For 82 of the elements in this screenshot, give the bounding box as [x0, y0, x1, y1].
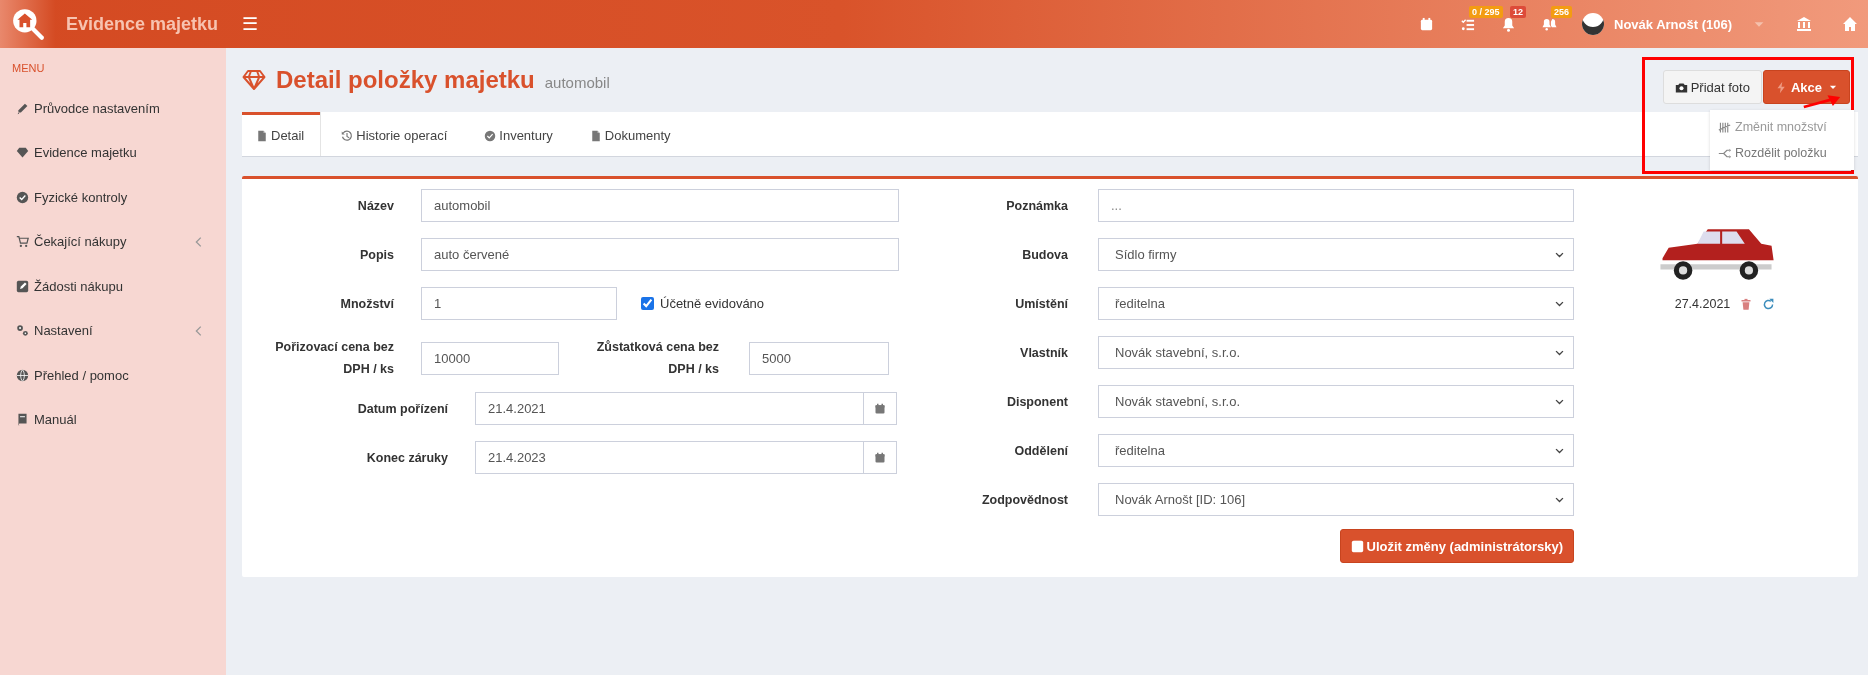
edit-icon — [16, 279, 29, 293]
field-label: Vlastník — [1019, 345, 1068, 360]
checkbox[interactable] — [641, 297, 654, 310]
field-label: Datum pořízení — [356, 401, 448, 416]
globe-icon — [16, 368, 29, 382]
date-field[interactable]: 21.4.2021 — [475, 392, 864, 425]
field-label: Popis — [358, 247, 394, 262]
camera-icon — [1674, 80, 1688, 94]
notification-badge: 12 — [1510, 6, 1526, 18]
page-title: Detail položky majetku — [276, 66, 535, 94]
diamond-icon — [242, 68, 266, 92]
input-field[interactable]: auto červené — [421, 238, 899, 271]
bells-icon[interactable] — [1542, 16, 1557, 32]
field-label: Zůstatková cena bez DPH / ks — [595, 339, 719, 378]
field-label: Umístění — [1014, 296, 1068, 311]
sidebar-item[interactable]: Manuál — [0, 397, 226, 442]
calendar-icon[interactable] — [1419, 16, 1434, 32]
tally-marks-icon — [1718, 120, 1731, 134]
sidebar-item[interactable]: Nastavení — [0, 308, 226, 353]
gears-icon — [16, 324, 29, 338]
calendar-icon — [874, 451, 886, 464]
field-label: Zodpovědnost — [980, 492, 1068, 507]
document-icon — [256, 129, 268, 142]
save-button[interactable]: Uložit změny (administrátorsky) — [1339, 529, 1574, 563]
input-field[interactable]: 5000 — [749, 341, 889, 375]
notification-badge: 256 — [1551, 6, 1573, 18]
cart-icon — [16, 235, 29, 249]
field-label: Poznámka — [1005, 198, 1068, 213]
sidebar-item[interactable]: Čekající nákupy — [0, 219, 226, 264]
rotate-icon[interactable] — [1762, 297, 1776, 311]
add-photo-button[interactable]: Přidat foto — [1662, 70, 1762, 104]
date-field[interactable]: 21.4.2023 — [475, 441, 864, 474]
diamond-icon — [16, 146, 29, 160]
sidebar-item[interactable]: Průvodce nastavením — [0, 86, 226, 131]
sidebar-item[interactable]: Přehled / pomoc — [0, 353, 226, 398]
home-icon[interactable] — [1842, 16, 1858, 32]
tab[interactable]: Detail — [242, 112, 321, 156]
input-field[interactable]: 10000 — [421, 341, 559, 375]
pencil-icon — [16, 101, 29, 115]
trash-icon[interactable] — [1740, 297, 1753, 311]
field-label: Pořizovací cena bez DPH / ks — [274, 339, 394, 378]
annotation-arrow — [1802, 94, 1842, 109]
calendar-icon — [874, 402, 886, 415]
split-arrow-icon — [1718, 146, 1731, 160]
logo-icon — [11, 7, 45, 41]
actions-dropdown-button[interactable]: Akce — [1762, 70, 1850, 104]
field-label: Název — [356, 198, 394, 213]
field-label: Budova — [1021, 247, 1068, 262]
bank-icon[interactable] — [1796, 16, 1812, 32]
dropdown-field[interactable]: ředitelna — [1098, 287, 1574, 320]
photo-date: 27.4.2021 — [1674, 297, 1731, 311]
page-subtitle: automobil — [544, 74, 610, 91]
bell-icon[interactable] — [1501, 16, 1516, 32]
dropdown-field[interactable]: Sídlo firmy — [1098, 238, 1574, 271]
calendar-button[interactable] — [864, 392, 897, 425]
field-label: Konec záruky — [365, 450, 448, 465]
clock-history-icon — [341, 129, 354, 142]
app-title: Evidence majetku — [65, 13, 220, 35]
dropdown-field[interactable]: ředitelna — [1098, 434, 1574, 467]
check-circle-icon — [484, 129, 497, 142]
dropdown-field[interactable]: Novák Arnošt [ID: 106] — [1098, 483, 1574, 516]
calendar-button[interactable] — [864, 441, 897, 474]
sidebar-item[interactable]: Fyzické kontroly — [0, 175, 226, 220]
checkbox-label: Účetně evidováno — [660, 296, 765, 311]
sidebar-item[interactable]: Evidence majetku — [0, 130, 226, 175]
field-label: Disponent — [1005, 394, 1068, 409]
book-icon — [16, 413, 29, 427]
menu-button[interactable]: ☰ — [236, 13, 264, 35]
input-field[interactable]: 1 — [421, 287, 617, 320]
check-circle-icon — [16, 190, 29, 204]
avatar-icon — [1582, 13, 1604, 35]
dropdown-field[interactable]: Novák stavební, s.r.o. — [1098, 385, 1574, 418]
dropdown-field[interactable]: Novák stavební, s.r.o. — [1098, 336, 1574, 369]
sidebar-item[interactable]: Žádosti nákupu — [0, 264, 226, 309]
menu-item[interactable]: Rozdělit položku — [1710, 140, 1854, 166]
field-label: Oddělení — [1013, 443, 1068, 458]
notification-badge: 0 / 295 — [1469, 6, 1503, 18]
input-field[interactable]: automobil — [421, 189, 899, 222]
input-field[interactable]: ... — [1098, 189, 1574, 222]
menu-heading: MENU — [11, 61, 46, 76]
document-icon — [589, 129, 602, 142]
field-label: Množství — [339, 296, 394, 311]
